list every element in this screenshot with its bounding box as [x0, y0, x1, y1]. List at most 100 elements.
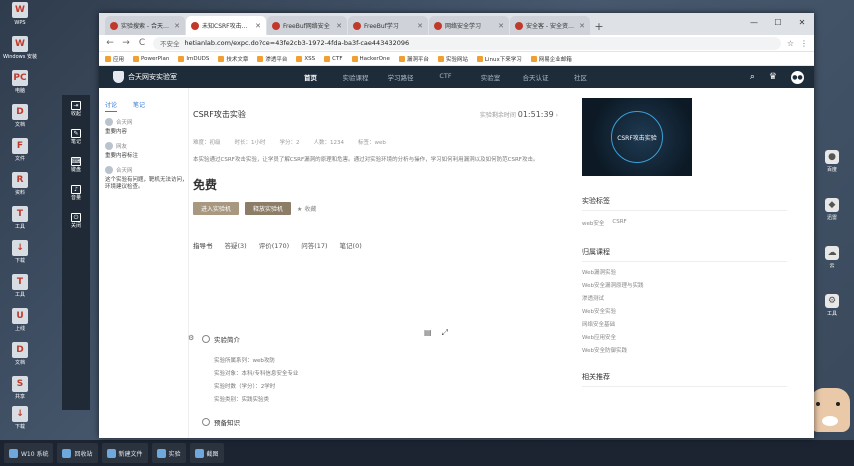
- course-link[interactable]: Web漏洞实验: [582, 267, 792, 280]
- desktop-icon[interactable]: D 文档: [2, 342, 38, 378]
- bookmark-item[interactable]: ImDUDS: [178, 55, 209, 62]
- desktop-icon-label: 下载: [14, 258, 25, 264]
- search-icon[interactable]: ⌕: [750, 72, 755, 82]
- panel-notes-button[interactable]: ✎ 笔记: [70, 129, 81, 145]
- browser-tab[interactable]: 安全客 - 安全资讯平台✕: [510, 16, 590, 35]
- close-icon[interactable]: ✕: [417, 22, 423, 30]
- browser-tab[interactable]: 实验搜索 - 合天网安实验室✕: [105, 16, 185, 35]
- desktop-icon[interactable]: ↓ 下载: [2, 240, 38, 276]
- tag-item[interactable]: web安全: [582, 219, 604, 227]
- bookmark-item[interactable]: PowerPlan: [133, 55, 169, 62]
- course-link[interactable]: Web安全漏洞原理与实践: [582, 280, 792, 293]
- menu-icon[interactable]: ⋮: [800, 39, 808, 48]
- nav-item-ctf[interactable]: CTF: [423, 72, 468, 82]
- course-list: Web漏洞实验 Web安全漏洞原理与实践 渗透测试 Web安全实验 网络安全基础…: [582, 267, 792, 358]
- bookmark-item[interactable]: 渗透平台: [257, 55, 287, 63]
- maximize-button[interactable]: ☐: [766, 13, 790, 31]
- bookmark-item[interactable]: Linux下来学习: [476, 55, 522, 63]
- crown-icon[interactable]: ♛: [769, 72, 777, 82]
- desktop-icon[interactable]: ↓ 下载: [2, 406, 38, 442]
- course-link[interactable]: Web安全实验: [582, 306, 792, 319]
- bookmark-item[interactable]: 技术文章: [218, 55, 248, 63]
- panel-power-button[interactable]: ⏻ 关闭: [70, 213, 81, 229]
- course-link[interactable]: 渗透测试: [582, 293, 792, 306]
- desktop-icon[interactable]: W WPS: [2, 2, 38, 38]
- star-icon[interactable]: ☆: [787, 39, 794, 48]
- browser-tab[interactable]: FreeBuf网络安全 ✕: [267, 16, 347, 35]
- bookmark-item[interactable]: 网易企业邮箱: [530, 55, 572, 63]
- favorite-button[interactable]: ★ 收藏: [297, 204, 316, 213]
- enter-lab-button[interactable]: 进入实验机: [193, 202, 240, 215]
- close-icon[interactable]: ✕: [498, 22, 504, 30]
- close-icon[interactable]: ✕: [336, 22, 342, 30]
- url-input[interactable]: 不安全 hetianlab.com/expc.do?ce=43fe2cb3-19…: [153, 36, 781, 50]
- bookmark-item[interactable]: 应用: [105, 55, 124, 63]
- back-button[interactable]: ←: [105, 38, 115, 48]
- gear-icon[interactable]: ⚙: [188, 334, 194, 342]
- desktop-icon[interactable]: PC 电脑: [2, 70, 38, 106]
- bookmark-item[interactable]: XSS: [296, 55, 315, 62]
- nav-item-paths[interactable]: 学习路径: [378, 72, 423, 82]
- desktop-icon[interactable]: T 工具: [2, 206, 38, 242]
- minimize-button[interactable]: —: [742, 13, 766, 31]
- desktop-icon[interactable]: W Windows 安装: [2, 36, 38, 72]
- taskbar-item[interactable]: W10 系统: [4, 443, 54, 463]
- tab-questions[interactable]: 问答(17): [301, 240, 327, 250]
- desktop-icon[interactable]: F 文件: [2, 138, 38, 174]
- nav-item-lab[interactable]: 实验室: [468, 72, 513, 82]
- new-tab-button[interactable]: +: [591, 17, 607, 35]
- bookmark-item[interactable]: HackerOne: [351, 55, 390, 62]
- section-header[interactable]: 实验简介: [202, 334, 502, 344]
- reload-button[interactable]: C: [137, 38, 147, 48]
- desktop-icon[interactable]: ◆ 迅雷: [810, 198, 854, 246]
- desktop-icon[interactable]: T 工具: [2, 274, 38, 310]
- panel-keyboard-button[interactable]: ⌨ 键盘: [70, 157, 81, 173]
- nav-item-cert[interactable]: 合天认证: [513, 72, 558, 82]
- taskbar-item[interactable]: 截图: [189, 443, 224, 463]
- bookmark-item[interactable]: CTF: [324, 55, 343, 62]
- tab-notes[interactable]: 笔记: [133, 100, 145, 112]
- browser-tab-active[interactable]: 未知CSRF攻击实验 ✕: [186, 16, 266, 35]
- tab-notes[interactable]: 笔记(0): [340, 240, 362, 250]
- release-lab-button[interactable]: 释放实验机: [245, 202, 292, 215]
- bookmark-item[interactable]: 实验网站: [437, 55, 468, 63]
- browser-tab[interactable]: FreeBuf学习 ✕: [348, 16, 428, 35]
- close-icon[interactable]: ✕: [579, 22, 585, 30]
- avatar[interactable]: ●●: [791, 70, 804, 84]
- close-icon[interactable]: ✕: [174, 22, 180, 30]
- desktop-icon[interactable]: U 上线: [2, 308, 38, 344]
- course-link[interactable]: Web应用安全: [582, 332, 792, 345]
- taskbar-item[interactable]: 回收站: [57, 443, 98, 463]
- tab-reviews[interactable]: 评价(170): [259, 240, 289, 250]
- panel-collapse-button[interactable]: ⇥ 收起: [70, 101, 81, 117]
- desktop-icon[interactable]: ☁ 云: [810, 246, 854, 294]
- desktop-icon[interactable]: R 资料: [2, 172, 38, 208]
- tab-discussion[interactable]: 讨论: [105, 100, 118, 112]
- tag-item[interactable]: CSRF: [612, 219, 626, 227]
- desktop-icon[interactable]: ⚙ 工具: [810, 294, 854, 342]
- course-link[interactable]: Web安全防御实践: [582, 345, 792, 358]
- nav-item-home[interactable]: 首页: [288, 72, 333, 82]
- course-link[interactable]: 网络安全基础: [582, 319, 792, 332]
- forward-button[interactable]: →: [121, 38, 131, 48]
- section-header[interactable]: 预备知识: [202, 417, 502, 427]
- nav-item-courses[interactable]: 实验课程: [333, 72, 378, 82]
- close-icon[interactable]: ✕: [255, 22, 261, 30]
- bookmark-item[interactable]: 漏洞平台: [398, 55, 429, 63]
- desktop-icon-label: 迅雷: [826, 215, 837, 221]
- desktop-icon[interactable]: D 文档: [2, 104, 38, 140]
- taskbar-item[interactable]: 新建文件: [101, 443, 148, 463]
- section-line: 实验时数（学分）：2学时: [214, 384, 276, 390]
- desktop-icon[interactable]: ● 百度: [810, 150, 854, 198]
- site-logo[interactable]: 合天网安实验室: [113, 71, 288, 83]
- tab-guide[interactable]: 指导书: [193, 240, 213, 250]
- browser-tab[interactable]: 网络安全学习 ✕: [429, 16, 509, 35]
- close-window-button[interactable]: ✕: [790, 13, 814, 31]
- taskbar-item[interactable]: 实验: [151, 443, 186, 463]
- not-secure-label[interactable]: 不安全: [160, 38, 180, 48]
- hamster-pet-image[interactable]: [810, 388, 850, 432]
- nav-item-community[interactable]: 社区: [558, 72, 603, 82]
- panel-volume-button[interactable]: ♪ 音量: [70, 185, 81, 201]
- tab-qa[interactable]: 答疑(3): [225, 240, 247, 250]
- section-line: 实验对象：本科/专科信息安全专业: [214, 371, 299, 377]
